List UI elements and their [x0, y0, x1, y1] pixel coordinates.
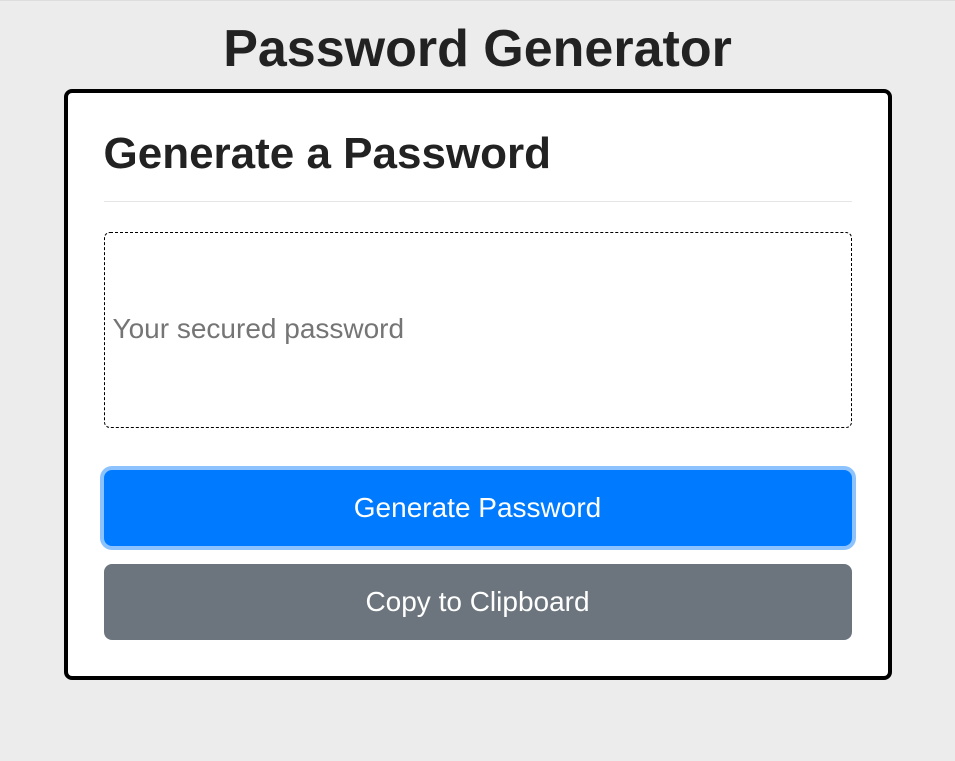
page-title: Password Generator — [0, 1, 955, 89]
password-output[interactable] — [104, 232, 852, 428]
divider — [104, 201, 852, 202]
generate-password-button[interactable]: Generate Password — [104, 470, 852, 546]
copy-to-clipboard-button[interactable]: Copy to Clipboard — [104, 564, 852, 640]
card-title: Generate a Password — [104, 129, 852, 179]
card-container: Generate a Password Generate Password Co… — [64, 89, 892, 680]
